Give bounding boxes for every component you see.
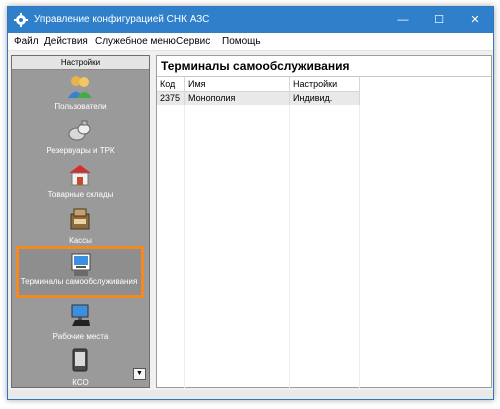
sidebar-item-kso[interactable]: КСО <box>12 344 149 387</box>
grid-line <box>359 92 360 388</box>
cash-register-icon <box>70 208 90 230</box>
sidebar-item-warehouses[interactable]: Товарные склады <box>12 160 149 204</box>
kso-icon <box>72 348 88 372</box>
sidebar-item-users[interactable]: Пользователи <box>12 72 149 116</box>
sidebar-header: Настройки <box>12 56 149 70</box>
column-header-code[interactable]: Код <box>157 77 185 92</box>
menu-service-menu[interactable]: Служебное меню <box>95 36 176 47</box>
menu-bar: Файл Действия Служебное меню Сервис Помо… <box>8 33 493 51</box>
table-cell-code[interactable]: 2375 <box>157 92 185 105</box>
sidebar-item-label: Рабочие места <box>52 332 109 341</box>
menu-help[interactable]: Помощь <box>222 36 261 47</box>
sidebar-item-label: Кассы <box>69 236 92 245</box>
minimize-button[interactable]: — <box>385 7 421 33</box>
page-title: Терминалы самообслуживания <box>161 59 350 73</box>
grid-line <box>289 92 290 388</box>
sidebar-item-cash-registers[interactable]: Кассы <box>12 204 149 248</box>
app-gear-icon <box>14 13 28 27</box>
sidebar: Настройки Пользователи Резервуары и ТРК <box>11 55 150 388</box>
scroll-down-button[interactable]: ▼ <box>133 368 146 380</box>
status-bar <box>8 390 493 399</box>
close-button[interactable]: ✕ <box>457 7 493 33</box>
sidebar-item-label: Терминалы самообслуживания <box>20 277 138 286</box>
tanks-icon <box>68 120 91 141</box>
sidebar-item-label: Товарные склады <box>47 190 114 199</box>
menu-actions[interactable]: Действия <box>44 36 88 47</box>
window-title: Управление конфигурацией СНК АЗС <box>34 14 210 25</box>
terminals-table: Код Имя Настройки 2375 Монополия Индивид… <box>157 76 491 388</box>
menu-file[interactable]: Файл <box>14 36 39 47</box>
app-window: Управление конфигурацией СНК АЗС — ☐ ✕ Ф… <box>7 6 494 400</box>
column-header-name[interactable]: Имя <box>185 77 290 92</box>
warehouse-icon <box>69 165 91 186</box>
sidebar-item-workstations[interactable]: Рабочие места <box>12 300 149 344</box>
table-cell-name[interactable]: Монополия <box>185 92 290 105</box>
sidebar-item-tanks[interactable]: Резервуары и ТРК <box>12 116 149 160</box>
menu-service[interactable]: Сервис <box>176 36 210 47</box>
users-icon <box>68 76 92 98</box>
maximize-button[interactable]: ☐ <box>421 7 457 33</box>
table-cell-settings[interactable]: Индивид. <box>290 92 360 105</box>
main-panel: Терминалы самообслуживания Код Имя Настр… <box>156 55 492 388</box>
workstation-icon <box>71 304 90 326</box>
grid-line <box>184 92 185 388</box>
self-service-terminal-icon <box>71 253 91 276</box>
sidebar-item-self-service-terminals[interactable]: Терминалы самообслуживания <box>16 246 144 298</box>
sidebar-item-label: КСО <box>72 378 89 387</box>
title-bar: Управление конфигурацией СНК АЗС — ☐ ✕ <box>8 7 493 33</box>
column-header-settings[interactable]: Настройки <box>290 77 360 92</box>
sidebar-item-label: Резервуары и ТРК <box>46 146 115 155</box>
sidebar-item-label: Пользователи <box>54 102 107 111</box>
